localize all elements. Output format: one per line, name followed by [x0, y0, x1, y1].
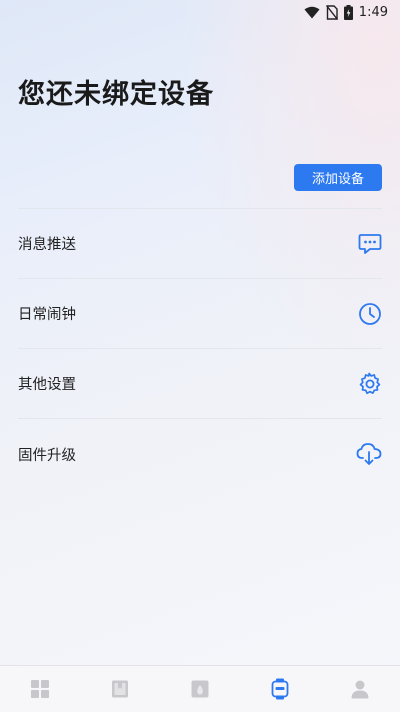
settings-menu-list: 消息推送 日常闹钟 其他设置 固件升级: [18, 208, 382, 489]
tab-profile[interactable]: [340, 669, 380, 709]
bottom-tab-bar: [0, 665, 400, 712]
grid-icon: [30, 679, 50, 699]
watch-icon: [270, 678, 290, 700]
menu-item-label: 其他设置: [18, 377, 76, 393]
no-sim-icon: [325, 4, 338, 20]
gear-icon: [358, 372, 382, 396]
page-title: 您还未绑定设备: [18, 79, 214, 110]
menu-item-firmware-upgrade[interactable]: 固件升级: [18, 419, 382, 489]
tab-watch[interactable]: [260, 669, 300, 709]
menu-item-other-settings[interactable]: 其他设置: [18, 349, 382, 419]
cloud-download-icon: [356, 442, 382, 466]
status-time: 1:49: [358, 4, 388, 20]
tab-home[interactable]: [180, 669, 220, 709]
add-device-button[interactable]: 添加设备: [294, 164, 382, 191]
tab-book[interactable]: [100, 669, 140, 709]
menu-item-daily-alarm[interactable]: 日常闹钟: [18, 279, 382, 349]
home-icon: [190, 679, 210, 699]
clock-icon: [358, 302, 382, 326]
menu-item-message-push[interactable]: 消息推送: [18, 209, 382, 279]
battery-icon: [343, 4, 353, 20]
wifi-icon: [304, 6, 320, 19]
menu-item-label: 固件升级: [18, 447, 76, 464]
tab-grid[interactable]: [20, 669, 60, 709]
message-icon: [358, 233, 382, 255]
menu-item-label: 日常闹钟: [18, 307, 76, 323]
status-bar: 1:49: [0, 0, 400, 24]
menu-item-label: 消息推送: [18, 237, 76, 253]
book-icon: [110, 679, 130, 699]
person-icon: [350, 679, 370, 699]
